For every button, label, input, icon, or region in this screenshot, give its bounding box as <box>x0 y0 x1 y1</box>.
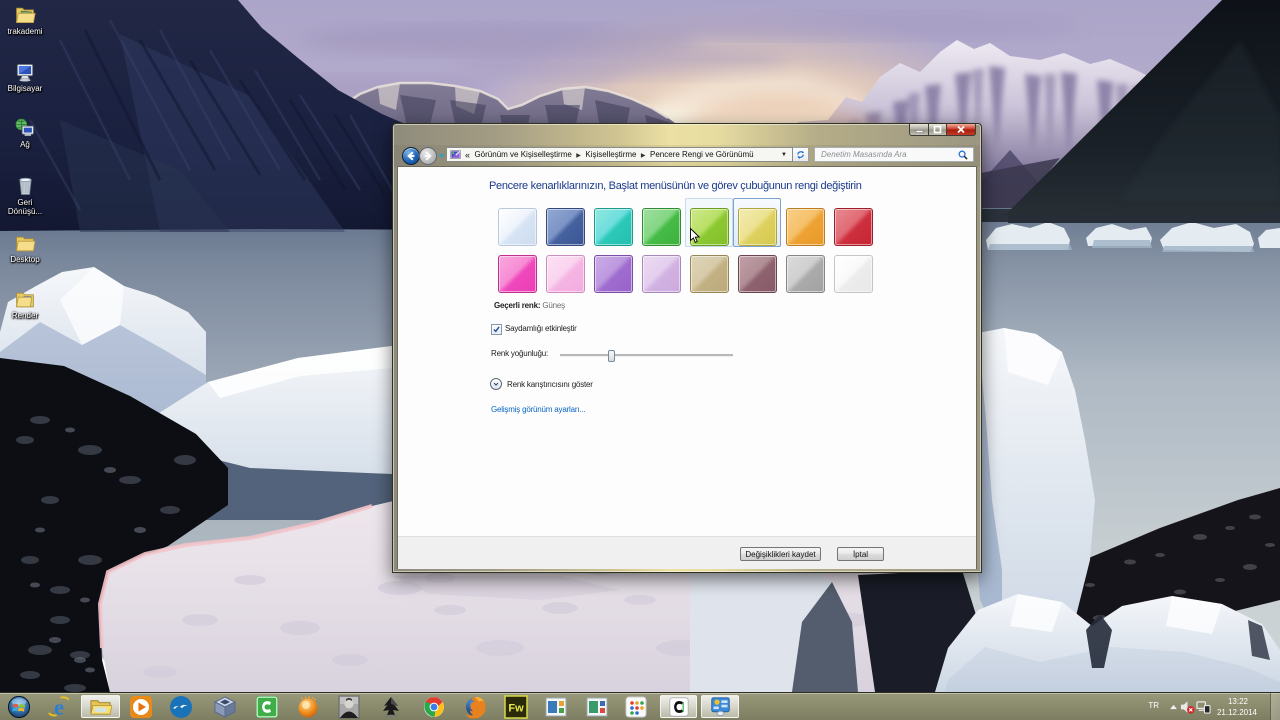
svg-text:Fw: Fw <box>508 703 524 715</box>
